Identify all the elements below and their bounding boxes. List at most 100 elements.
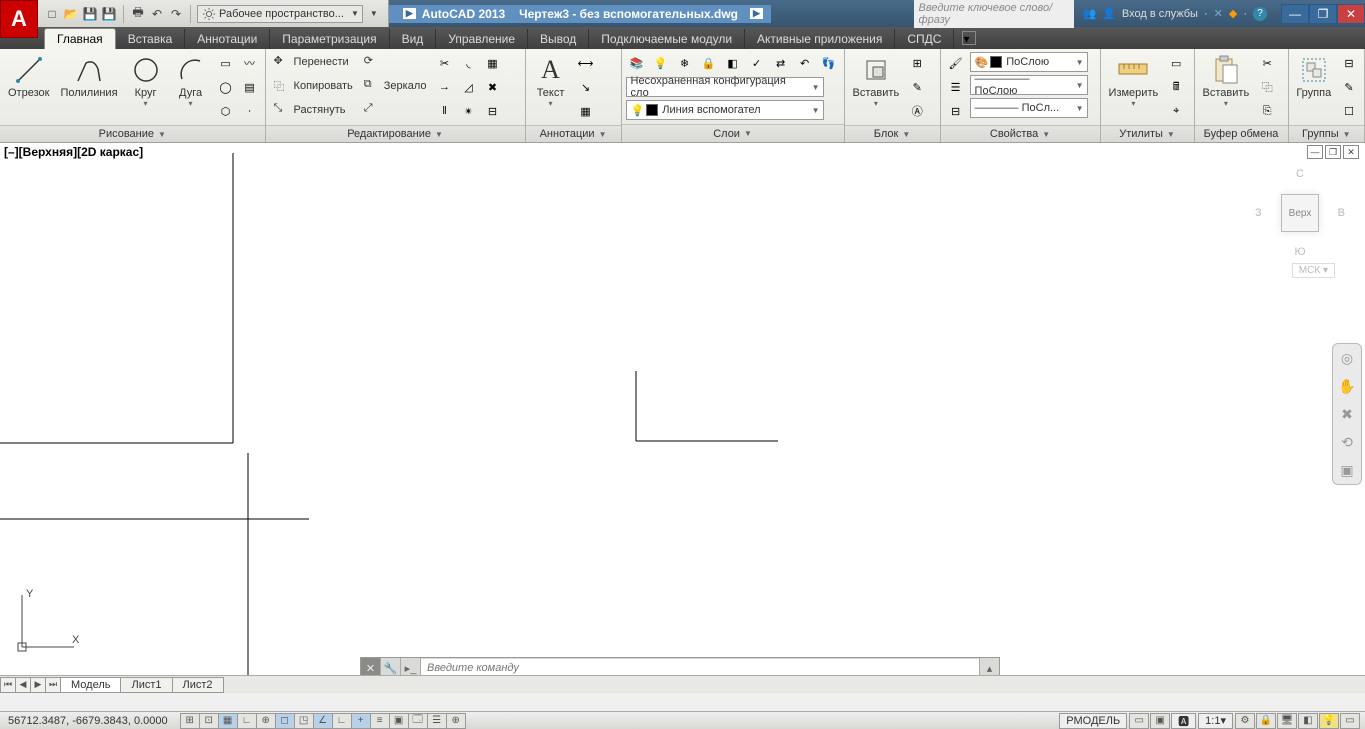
layout-tab-1[interactable]: Лист1 xyxy=(120,677,172,693)
layer-lock-icon[interactable]: 🔒 xyxy=(698,52,720,74)
sb-ducs-icon[interactable]: ∟ xyxy=(332,713,352,729)
fillet-icon[interactable]: ◟ xyxy=(458,52,480,74)
workspace-dropdown[interactable]: Рабочее пространство... xyxy=(197,5,363,23)
sb-sc-icon[interactable]: ☰ xyxy=(427,713,447,729)
viewcube[interactable]: С Ю В З Верх xyxy=(1255,168,1345,258)
dim-linear-icon[interactable]: ⟷ xyxy=(575,52,597,74)
layer-mkcur-icon[interactable]: ✓ xyxy=(746,52,768,74)
layout-tab-2[interactable]: Лист2 xyxy=(172,677,224,693)
arc-button[interactable]: Дуга▾ xyxy=(170,52,212,110)
help-search[interactable]: Введите ключевое слово/фразу xyxy=(914,0,1074,28)
sb-polar-icon[interactable]: ⊕ xyxy=(256,713,276,729)
viewcube-face[interactable]: Верх xyxy=(1281,194,1319,232)
panel-block-title[interactable]: Блок▼ xyxy=(845,125,940,142)
vc-west[interactable]: З xyxy=(1255,207,1262,219)
panel-util-title[interactable]: Утилиты▼ xyxy=(1101,125,1194,142)
drawing-area[interactable]: — ❐ ✕ [–][Верхняя][2D каркас] Y X С Ю В … xyxy=(0,143,1365,693)
trim-icon[interactable]: ✂ xyxy=(434,52,456,74)
lt-first-icon[interactable]: ⏮ xyxy=(0,677,16,693)
sb-infowin-icon[interactable]: ⊞ xyxy=(180,713,200,729)
vc-north[interactable]: С xyxy=(1296,168,1304,180)
sb-qp-icon[interactable]: 🗔 xyxy=(408,713,428,729)
tab-plugins[interactable]: Подключаемые модули xyxy=(589,29,745,49)
offset-icon[interactable]: ‖ xyxy=(434,100,456,122)
sb-anno-icon[interactable]: 🅰 xyxy=(1171,713,1196,729)
layer-iso-icon[interactable]: ◧ xyxy=(722,52,744,74)
wcs-label[interactable]: МСК ▾ xyxy=(1292,263,1335,278)
copy-button[interactable]: ⿻Копировать xyxy=(270,76,357,96)
new-icon[interactable]: □ xyxy=(44,6,60,22)
tab-output[interactable]: Вывод xyxy=(528,29,589,49)
sb-ortho-icon[interactable]: ∟ xyxy=(237,713,257,729)
layerstate-combo[interactable]: Несохраненная конфигурация сло xyxy=(626,77,824,97)
group-button[interactable]: Группа xyxy=(1293,52,1335,101)
id-icon[interactable]: ⌖ xyxy=(1165,100,1187,122)
sb-osnap-icon[interactable]: ◻ xyxy=(275,713,295,729)
sb-otrack-icon[interactable]: ∠ xyxy=(313,713,333,729)
polyline-button[interactable]: Полилиния xyxy=(56,52,121,101)
tab-spds[interactable]: СПДС xyxy=(895,29,954,49)
app-menu-button[interactable]: A xyxy=(0,0,38,38)
hatch-icon[interactable]: ▤ xyxy=(239,76,261,98)
lineweight-combo[interactable]: ———— ПоСл... xyxy=(970,98,1088,118)
quickcalc-icon[interactable]: 🖩 xyxy=(1165,76,1187,98)
stretch-button[interactable]: ⤡Растянуть xyxy=(270,100,357,120)
matchprop-icon[interactable]: 🖌 xyxy=(945,52,967,74)
undo-icon[interactable]: ↶ xyxy=(149,6,165,22)
plot-icon[interactable]: 🖶 xyxy=(130,6,146,22)
sb-3dosnap-icon[interactable]: ◳ xyxy=(294,713,314,729)
nav-orbit-icon[interactable]: ⟲ xyxy=(1337,432,1357,452)
table-icon[interactable]: ▦ xyxy=(575,100,597,122)
coords-readout[interactable]: 56712.3487, -6679.3843, 0.0000 xyxy=(0,715,176,727)
help-icon[interactable]: ? xyxy=(1253,7,1267,21)
chamfer-icon[interactable]: ◿ xyxy=(458,76,480,98)
tab-manage[interactable]: Управление xyxy=(436,29,528,49)
play-icon[interactable]: ▶ xyxy=(403,8,416,19)
redo-icon[interactable]: ↷ xyxy=(168,6,184,22)
layer-prev-icon[interactable]: ↶ xyxy=(794,52,816,74)
match-icon[interactable]: ⎘ xyxy=(1256,100,1278,122)
measure-button[interactable]: Измерить▾ xyxy=(1105,52,1163,110)
sb-qv1-icon[interactable]: ▭ xyxy=(1129,713,1149,729)
nav-zoom-icon[interactable]: ✖ xyxy=(1337,404,1357,424)
linetype-combo[interactable]: ————— ПоСлою xyxy=(970,75,1088,95)
panel-props-title[interactable]: Свойства▼ xyxy=(941,125,1100,142)
saveas-icon[interactable]: 💾 xyxy=(101,6,117,22)
vc-south[interactable]: Ю xyxy=(1294,246,1305,258)
sb-dyn-icon[interactable]: + xyxy=(351,713,371,729)
sb-iso-icon[interactable]: ◧ xyxy=(1298,713,1318,729)
ribbon-toggle-icon[interactable]: ▾ xyxy=(962,31,976,45)
rotate-button[interactable]: ⟳ xyxy=(360,52,431,72)
layer-combo[interactable]: 💡 Линия вспомогател xyxy=(626,100,824,120)
spline-icon[interactable]: 〰 xyxy=(239,52,261,74)
layer-props-icon[interactable]: 📚 xyxy=(626,52,648,74)
tab-home[interactable]: Главная xyxy=(44,28,116,49)
sb-snap-icon[interactable]: ⊡ xyxy=(199,713,219,729)
layer-off-icon[interactable]: 💡 xyxy=(650,52,672,74)
sb-scale-chip[interactable]: 1:1 ▾ xyxy=(1198,713,1233,729)
panel-modify-title[interactable]: Редактирование▼ xyxy=(266,125,525,142)
circle-button[interactable]: Круг▾ xyxy=(125,52,167,110)
sb-hw-icon[interactable]: 🖥 xyxy=(1277,713,1297,729)
insert-block-button[interactable]: Вставить▾ xyxy=(849,52,904,110)
breakup-icon[interactable]: ⊟ xyxy=(482,100,504,122)
save-icon[interactable]: 💾 xyxy=(82,6,98,22)
vc-east[interactable]: В xyxy=(1338,207,1345,219)
open-icon[interactable]: 📂 xyxy=(63,6,79,22)
block-create-icon[interactable]: ⊞ xyxy=(906,52,928,74)
leader-icon[interactable]: ↘ xyxy=(575,76,597,98)
scale-button[interactable]: ⤢ xyxy=(360,100,431,120)
layer-walk-icon[interactable]: 👣 xyxy=(818,52,840,74)
panel-draw-title[interactable]: Рисование▼ xyxy=(0,125,265,142)
exchange-icon[interactable]: 👥 xyxy=(1082,7,1096,20)
select-icon[interactable]: ▭ xyxy=(1165,52,1187,74)
erase-icon[interactable]: ✖ xyxy=(482,76,504,98)
exchange-app-icon[interactable]: ◆ xyxy=(1229,7,1237,20)
qat-more-icon[interactable]: ▼ xyxy=(366,6,382,22)
sb-qv2-icon[interactable]: ▣ xyxy=(1150,713,1170,729)
color-combo[interactable]: 🎨 ПоСлою xyxy=(970,52,1088,72)
signin-label[interactable]: Вход в службы xyxy=(1122,8,1198,20)
lt-last-icon[interactable]: ⏭ xyxy=(45,677,61,693)
point-icon[interactable]: ∙ xyxy=(239,100,261,122)
paste-button[interactable]: Вставить▾ xyxy=(1199,52,1254,110)
